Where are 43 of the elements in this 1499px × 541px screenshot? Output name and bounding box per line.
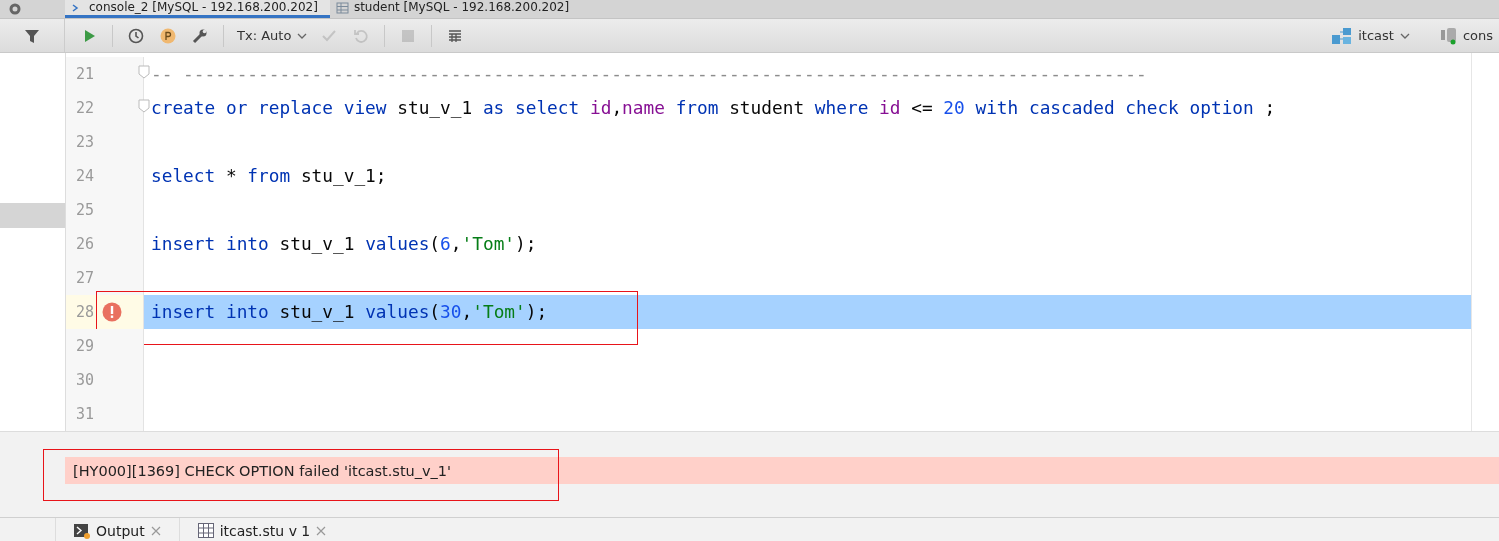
clock-icon (128, 27, 144, 44)
tool-window-tab[interactable]: itcast.stu v 1 (178, 518, 345, 541)
close-icon[interactable] (316, 525, 327, 536)
code-line: insert into stu_v_1 values(6,'Tom'); (151, 232, 537, 256)
code-line: select * from stu_v_1; (151, 164, 387, 188)
terminal-icon (74, 522, 90, 539)
console-icon (1440, 26, 1457, 45)
line-number: 29 (74, 337, 94, 355)
line-number: 27 (74, 269, 94, 287)
error-icon[interactable] (102, 302, 122, 322)
p-circle-icon (160, 27, 176, 44)
caret-icon (1399, 32, 1410, 39)
caret-icon (297, 32, 308, 39)
schema-dropdown[interactable]: itcast (1326, 26, 1416, 45)
line-number: 28 (74, 303, 94, 321)
error-message: [HY000][1369] CHECK OPTION failed 'itcast.stu_v_1' (65, 457, 1499, 484)
transaction-dropdown[interactable]: Tx: Auto (233, 22, 312, 49)
fold-marker-icon[interactable] (138, 65, 150, 79)
table-icon (335, 1, 349, 14)
tool-window-tab[interactable]: Output (55, 518, 179, 541)
line-number: 21 (74, 65, 94, 83)
fold-marker-icon[interactable] (138, 99, 150, 113)
stop-icon (400, 27, 417, 44)
code-line: create or replace view stu_v_1 as select id,name from student where id <= 20 with cascaded check option ; (151, 96, 1276, 120)
line-number: 22 (74, 99, 94, 117)
line-number: 30 (74, 371, 94, 389)
table-icon (447, 27, 464, 44)
editor-tab[interactable]: console_2 [MySQL - 192.168.200.202] (65, 0, 330, 18)
line-number: 24 (74, 167, 94, 185)
editor-tab[interactable]: student [MySQL - 192.168.200.202] (329, 0, 582, 18)
wrench-icon (192, 27, 208, 44)
line-number: 23 (74, 133, 94, 151)
console-dropdown[interactable]: cons (1434, 26, 1499, 45)
line-number: 26 (74, 235, 94, 253)
code-line: -- ------------------------------------------------------------------------------------------ (151, 62, 1147, 86)
line-number: 25 (74, 201, 94, 219)
undo-icon (353, 27, 370, 44)
filter-icon[interactable] (24, 27, 40, 44)
gear-icon (8, 3, 22, 15)
table-icon (197, 523, 214, 538)
close-icon[interactable] (150, 525, 161, 536)
line-number: 31 (74, 405, 94, 423)
schema-icon (1332, 26, 1353, 45)
